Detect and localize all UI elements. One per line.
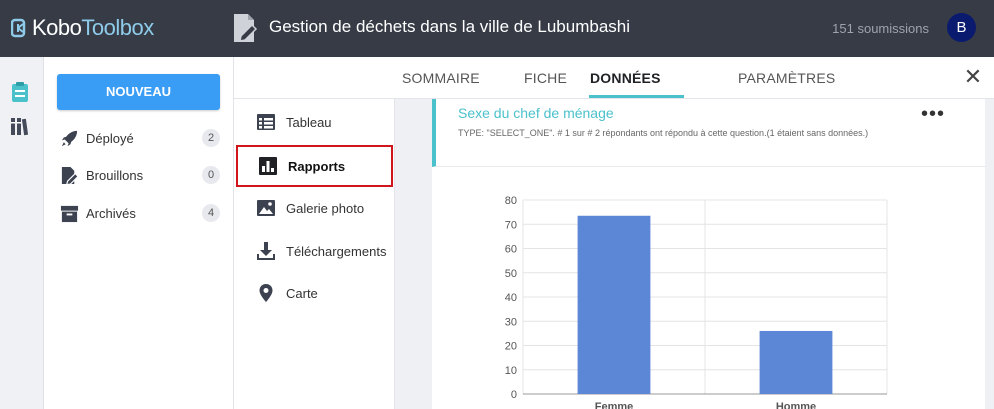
bar xyxy=(577,215,651,394)
active-tab-indicator xyxy=(589,95,684,98)
submissions-count: 151 soumissions xyxy=(832,21,929,36)
table-icon xyxy=(257,114,275,130)
new-project-button[interactable]: NOUVEAU xyxy=(57,74,220,110)
logo-text-toolbox: Toolbox xyxy=(81,15,154,40)
sidebar-item-label: Brouillons xyxy=(86,167,144,183)
subnav-label: Téléchargements xyxy=(286,243,387,259)
y-tick-label: 0 xyxy=(511,389,517,401)
kobotoolbox-logo[interactable]: KoboToolbox xyxy=(11,14,154,42)
sidebar-item-count: 4 xyxy=(202,204,220,222)
y-tick-label: 80 xyxy=(505,195,517,207)
tab-settings[interactable]: PARAMÈTRES xyxy=(738,70,835,86)
subnav-item-map[interactable]: Carte xyxy=(236,272,393,314)
data-subnav: Tableau Rapports Galerie photo Télécharg… xyxy=(234,99,395,409)
y-tick-label: 30 xyxy=(505,316,517,328)
bar-chart-icon xyxy=(259,157,277,175)
y-tick-label: 40 xyxy=(505,292,517,304)
question-title: Sexe du chef de ménage xyxy=(458,105,614,121)
subnav-label: Tableau xyxy=(286,114,332,130)
subnav-item-gallery[interactable]: Galerie photo xyxy=(236,187,393,229)
more-options-icon[interactable]: ••• xyxy=(921,103,945,126)
kobo-logo-icon xyxy=(11,18,26,38)
library-books-icon[interactable] xyxy=(10,115,30,137)
tab-data[interactable]: DONNÉES xyxy=(590,70,661,86)
bar xyxy=(759,330,833,394)
bar-chart: 0 10 20 30 40 50 60 70 80 Femme Homme xyxy=(505,195,888,409)
question-report-card: Sexe du chef de ménage TYPE: "SELECT_ONE… xyxy=(432,99,985,409)
user-avatar[interactable]: B xyxy=(947,13,976,42)
sidebar-item-deployed[interactable]: Déployé 2 xyxy=(60,127,220,149)
y-tick-label: 70 xyxy=(505,219,517,231)
x-tick-label: Femme xyxy=(595,401,634,409)
main-panel: SOMMAIRE FICHE DONNÉES PARAMÈTRES ✕ Tabl… xyxy=(234,57,994,409)
question-header: Sexe du chef de ménage TYPE: "SELECT_ONE… xyxy=(432,99,985,167)
draft-edit-icon xyxy=(61,166,79,185)
project-tabs: SOMMAIRE FICHE DONNÉES PARAMÈTRES ✕ xyxy=(234,57,994,99)
tab-summary[interactable]: SOMMAIRE xyxy=(402,70,480,86)
sidebar-item-archived[interactable]: Archivés 4 xyxy=(60,202,220,224)
subnav-label: Rapports xyxy=(288,158,346,174)
logo-wordmark: KoboToolbox xyxy=(32,15,154,41)
close-icon[interactable]: ✕ xyxy=(963,66,983,88)
archive-box-icon xyxy=(60,205,79,222)
report-area: Sexe du chef de ménage TYPE: "SELECT_ONE… xyxy=(395,99,994,409)
y-tick-label: 50 xyxy=(505,268,517,280)
subnav-item-downloads[interactable]: Téléchargements xyxy=(236,230,393,272)
subnav-item-reports[interactable]: Rapports xyxy=(236,145,393,187)
photo-icon xyxy=(257,200,275,216)
sidebar-item-drafts[interactable]: Brouillons 0 xyxy=(60,164,220,186)
rocket-icon xyxy=(61,130,78,146)
sidebar-item-count: 0 xyxy=(202,166,220,184)
page-title: Gestion de déchets dans la ville de Lubu… xyxy=(269,17,631,36)
top-header-bar: KoboToolbox Gestion de déchets dans la v… xyxy=(0,0,994,57)
x-tick-label: Homme xyxy=(776,401,816,409)
download-icon xyxy=(257,242,275,260)
forms-clipboard-icon[interactable] xyxy=(10,81,30,103)
subnav-item-table[interactable]: Tableau xyxy=(236,101,393,143)
subnav-label: Carte xyxy=(286,285,318,301)
left-icon-bar xyxy=(0,57,44,409)
sidebar-item-label: Archivés xyxy=(86,205,136,221)
form-edit-icon xyxy=(234,14,258,42)
map-pin-icon xyxy=(259,284,273,302)
subnav-label: Galerie photo xyxy=(286,200,365,216)
projects-sidebar: NOUVEAU Déployé 2 Brouillons 0 Archivés … xyxy=(44,57,234,409)
question-meta: TYPE: "SELECT_ONE". # 1 sur # 2 répondan… xyxy=(458,128,869,138)
y-tick-label: 60 xyxy=(505,244,517,256)
logo-text-kobo: Kobo xyxy=(32,15,82,40)
sidebar-item-label: Déployé xyxy=(86,130,134,146)
sidebar-item-count: 2 xyxy=(202,129,220,147)
y-tick-label: 10 xyxy=(505,365,517,377)
y-tick-label: 20 xyxy=(505,341,517,353)
tab-form[interactable]: FICHE xyxy=(524,70,567,86)
